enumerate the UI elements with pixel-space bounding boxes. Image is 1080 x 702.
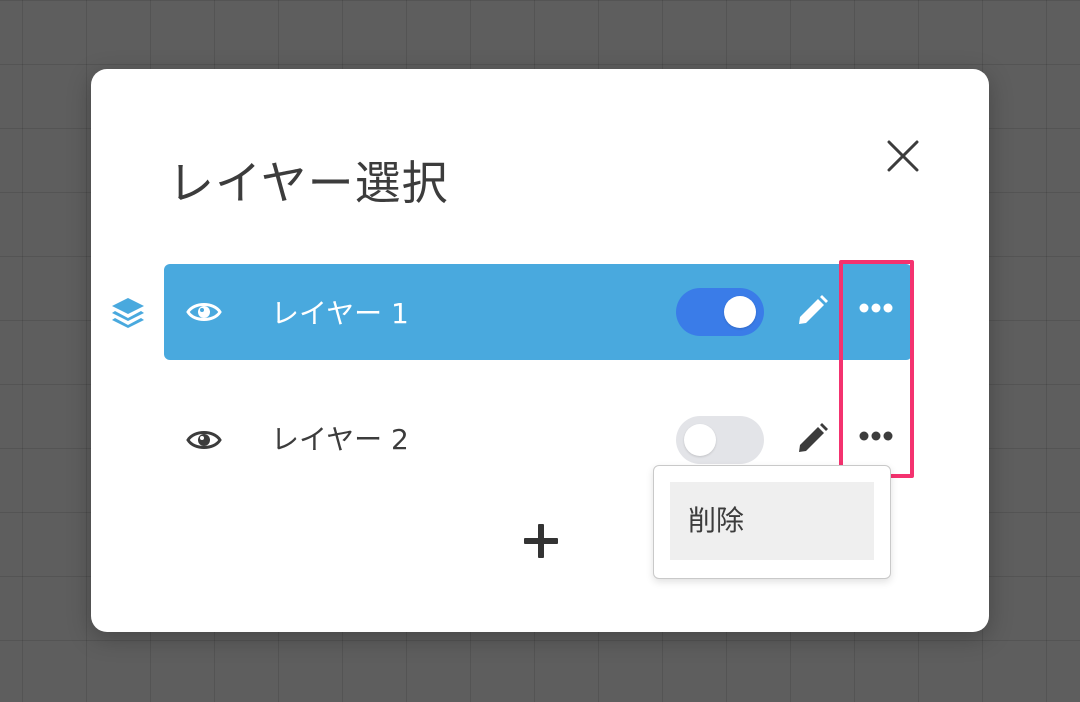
more-options-button[interactable] — [856, 428, 896, 444]
edit-button[interactable] — [794, 293, 830, 329]
layer-name: レイヤー 2 — [271, 423, 409, 456]
pencil-icon — [799, 423, 828, 452]
toggle-knob — [684, 424, 716, 456]
edit-button[interactable] — [794, 421, 830, 457]
layer-select-dialog: レイヤー選択 レイヤー 1 レイヤー 2 削除 — [91, 69, 989, 632]
toggle-knob — [724, 296, 756, 328]
eye-icon[interactable] — [186, 297, 222, 327]
more-horizontal-icon — [859, 303, 893, 313]
layer-options-menu: 削除 — [653, 465, 891, 579]
close-button[interactable] — [884, 137, 922, 175]
layer-toggle[interactable] — [676, 288, 764, 336]
more-options-button[interactable] — [856, 300, 896, 316]
layer-toggle[interactable] — [676, 416, 764, 464]
layer-row-1[interactable]: レイヤー 1 — [164, 264, 912, 360]
layers-icon — [110, 296, 146, 330]
add-layer-button[interactable] — [521, 521, 561, 561]
pencil-icon — [799, 295, 828, 324]
layer-name: レイヤー 1 — [271, 297, 409, 330]
plus-icon — [524, 524, 558, 558]
dialog-title: レイヤー選択 — [168, 156, 449, 210]
close-icon — [887, 140, 919, 172]
more-horizontal-icon — [859, 431, 893, 441]
eye-icon[interactable] — [186, 425, 222, 455]
menu-item-delete[interactable]: 削除 — [670, 482, 874, 560]
